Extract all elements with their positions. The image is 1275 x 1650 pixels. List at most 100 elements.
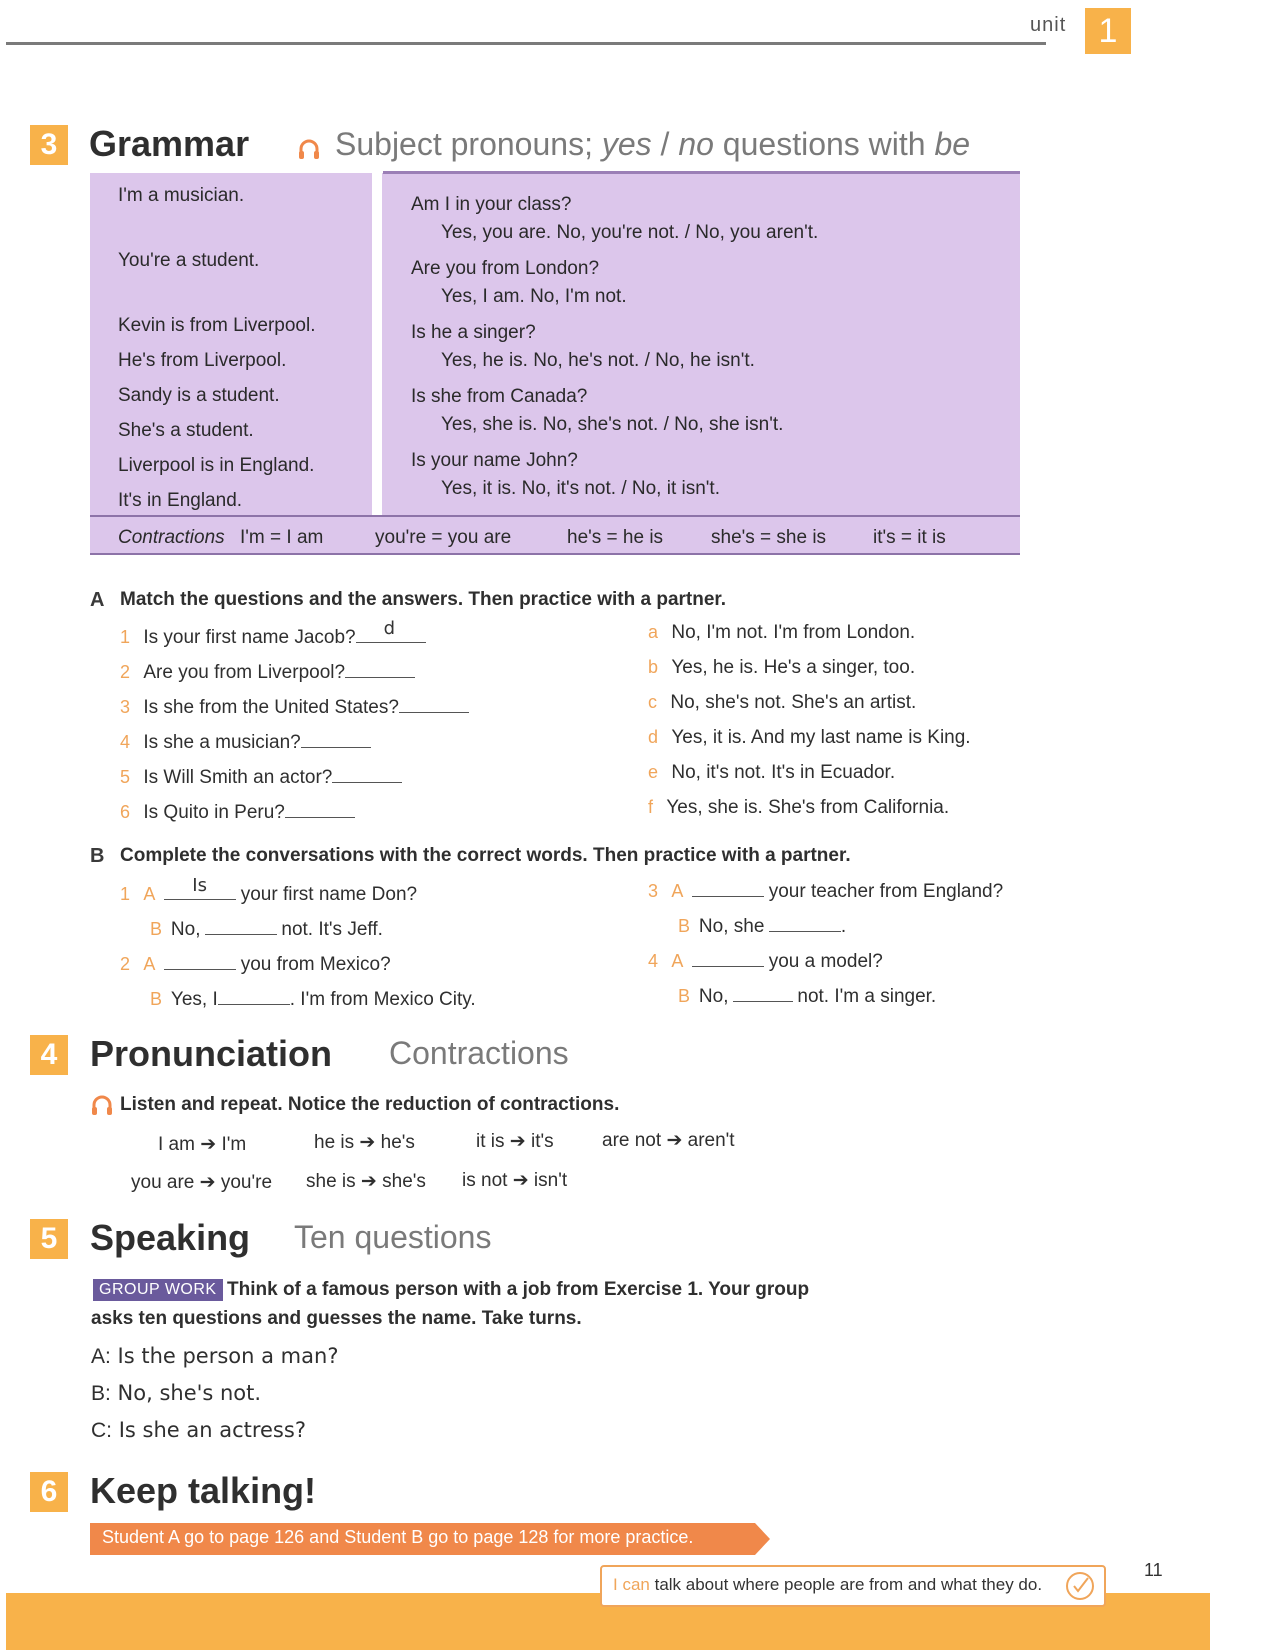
grammar-answer: Yes, you are. No, you're not. / No, you … — [441, 222, 819, 243]
answer-blank[interactable] — [204, 916, 277, 935]
answer-blank[interactable] — [164, 951, 237, 970]
exercise-b-instruction: Complete the conversations with the corr… — [120, 845, 851, 866]
grammar-example: Kevin is from Liverpool. — [118, 315, 316, 336]
section-number-speaking: 5 — [30, 1219, 68, 1259]
exercise-a-question: 4 Is she a musician? — [120, 729, 371, 754]
speaking-subtitle: Ten questions — [294, 1219, 492, 1255]
exercise-a-answer: b Yes, he is. He's a singer, too. — [648, 657, 916, 678]
grammar-title: Grammar — [89, 123, 250, 164]
grammar-example: He's from Liverpool. — [118, 350, 287, 371]
exercise-a-question: 5 Is Will Smith an actor? — [120, 764, 403, 789]
conversation-2-a: 2 A you from Mexico? — [120, 951, 391, 976]
contraction-pair: he is ➔ he's — [314, 1132, 415, 1153]
dialog-line: C: Is she an actress? — [91, 1418, 306, 1442]
grammar-question: Are you from London? — [411, 258, 600, 279]
checkmark-icon[interactable] — [1066, 1572, 1094, 1600]
contraction: he's = he is — [567, 527, 664, 548]
exercise-a-question: 3 Is she from the United States? — [120, 694, 469, 719]
grammar-example: Sandy is a student. — [118, 385, 280, 406]
conversation-4-b: B No, not. I'm a singer. — [678, 983, 936, 1008]
exercise-a-answer: a No, I'm not. I'm from London. — [648, 622, 916, 643]
contraction-pair: you are ➔ you're — [131, 1172, 273, 1193]
arrow-right-icon: ➔ — [666, 1130, 683, 1151]
conversation-3-a: 3 A your teacher from England? — [648, 878, 1003, 903]
contraction-pair: I am ➔ I'm — [158, 1134, 247, 1155]
grammar-question: Is she from Canada? — [411, 386, 588, 407]
conversation-1-a: 1 A Is your first name Don? — [120, 875, 418, 905]
grammar-answer: Yes, it is. No, it's not. / No, it isn't… — [441, 478, 720, 499]
exercise-b-letter: B — [90, 845, 105, 867]
grammar-question: Am I in your class? — [411, 194, 572, 215]
speaking-instruction: Think of a famous person with a job from… — [227, 1279, 810, 1300]
headphones-icon[interactable] — [91, 1094, 113, 1116]
conversation-4-a: 4 A you a model? — [648, 948, 883, 973]
exercise-a-answer: e No, it's not. It's in Ecuador. — [648, 762, 896, 783]
answer-blank[interactable] — [768, 913, 841, 932]
contraction: it's = it is — [873, 527, 946, 548]
answer-blank[interactable] — [284, 799, 355, 818]
grammar-answer: Yes, I am. No, I'm not. — [441, 286, 627, 307]
headphones-icon[interactable] — [298, 138, 320, 160]
speaking-title: Speaking — [90, 1217, 251, 1258]
grammar-box-divider — [372, 173, 382, 516]
grammar-example: Liverpool is in England. — [118, 455, 315, 476]
dialog-line: A: Is the person a man? — [91, 1344, 339, 1368]
section-number-grammar: 3 — [30, 125, 68, 165]
exercise-a-answer: f Yes, she is. She's from California. — [648, 797, 950, 818]
contraction-pair: is not ➔ isn't — [462, 1170, 568, 1191]
answer-blank[interactable] — [398, 694, 469, 713]
conversation-2-b: B Yes, I. I'm from Mexico City. — [150, 986, 476, 1011]
contraction: you're = you are — [375, 527, 512, 548]
dialog-line: B: No, she's not. — [91, 1381, 262, 1405]
exercise-a-question: 6 Is Quito in Peru? — [120, 799, 355, 824]
arrow-right-icon: ➔ — [509, 1131, 526, 1152]
exercise-a-question: 2 Are you from Liverpool? — [120, 659, 416, 684]
unit-number: 1 — [1085, 8, 1131, 54]
grammar-box-rule — [90, 515, 1020, 517]
exercise-a-answer: c No, she's not. She's an artist. — [648, 692, 917, 713]
arrow-right-icon: ➔ — [360, 1171, 377, 1192]
exercise-a-answer: d Yes, it is. And my last name is King. — [648, 727, 971, 748]
answer-blank[interactable] — [345, 659, 416, 678]
grammar-example: It's in England. — [118, 490, 243, 511]
arrow-right-icon: ➔ — [512, 1170, 529, 1191]
answer-blank[interactable] — [692, 948, 765, 967]
arrow-right-icon: ➔ — [359, 1132, 376, 1153]
grammar-box-bottom — [90, 553, 1020, 555]
answer-blank[interactable] — [300, 729, 371, 748]
pronunciation-instruction: Listen and repeat. Notice the reduction … — [120, 1094, 620, 1115]
unit-label: unit — [1030, 14, 1067, 36]
conversation-3-b: B No, she . — [678, 913, 846, 938]
answer-blank[interactable]: Is — [164, 875, 237, 900]
grammar-subtitle: Subject pronouns; yes / no questions wit… — [335, 126, 971, 162]
contraction-pair: are not ➔ aren't — [602, 1130, 735, 1151]
exercise-a-question: 1 Is your first name Jacob? d — [120, 618, 426, 649]
group-work-badge: GROUP WORK — [93, 1279, 223, 1301]
answer-blank[interactable] — [217, 986, 290, 1005]
speaking-instruction: asks ten questions and guesses the name.… — [91, 1308, 582, 1329]
answer-blank[interactable] — [692, 878, 765, 897]
page-number: 11 — [1144, 1560, 1163, 1580]
grammar-answer: Yes, he is. No, he's not. / No, he isn't… — [441, 350, 755, 371]
pronunciation-title: Pronunciation — [90, 1033, 332, 1074]
section-number-pronunciation: 4 — [30, 1035, 68, 1075]
i-can-statement: I can talk about where people are from a… — [613, 1575, 1043, 1594]
keep-talking-title: Keep talking! — [90, 1470, 317, 1511]
answer-blank[interactable] — [732, 983, 793, 1002]
keep-talking-banner-text: Student A go to page 126 and Student B g… — [102, 1527, 694, 1547]
pronunciation-subtitle: Contractions — [389, 1035, 569, 1071]
contraction-pair: it is ➔ it's — [476, 1131, 554, 1152]
grammar-example: You're a student. — [118, 250, 260, 271]
contraction: she's = she is — [711, 527, 827, 548]
grammar-box-topline — [383, 171, 1020, 174]
section-number-keep-talking: 6 — [30, 1472, 68, 1512]
grammar-question: Is he a singer? — [411, 322, 536, 343]
conversation-1-b: B No, not. It's Jeff. — [150, 916, 383, 941]
contraction: I'm = I am — [240, 527, 324, 548]
grammar-question: Is your name John? — [411, 450, 578, 471]
arrow-right-icon: ➔ — [200, 1134, 217, 1155]
grammar-answer: Yes, she is. No, she's not. / No, she is… — [441, 414, 784, 435]
header-rule — [6, 42, 1046, 45]
answer-blank[interactable]: d — [355, 618, 426, 643]
answer-blank[interactable] — [332, 764, 403, 783]
